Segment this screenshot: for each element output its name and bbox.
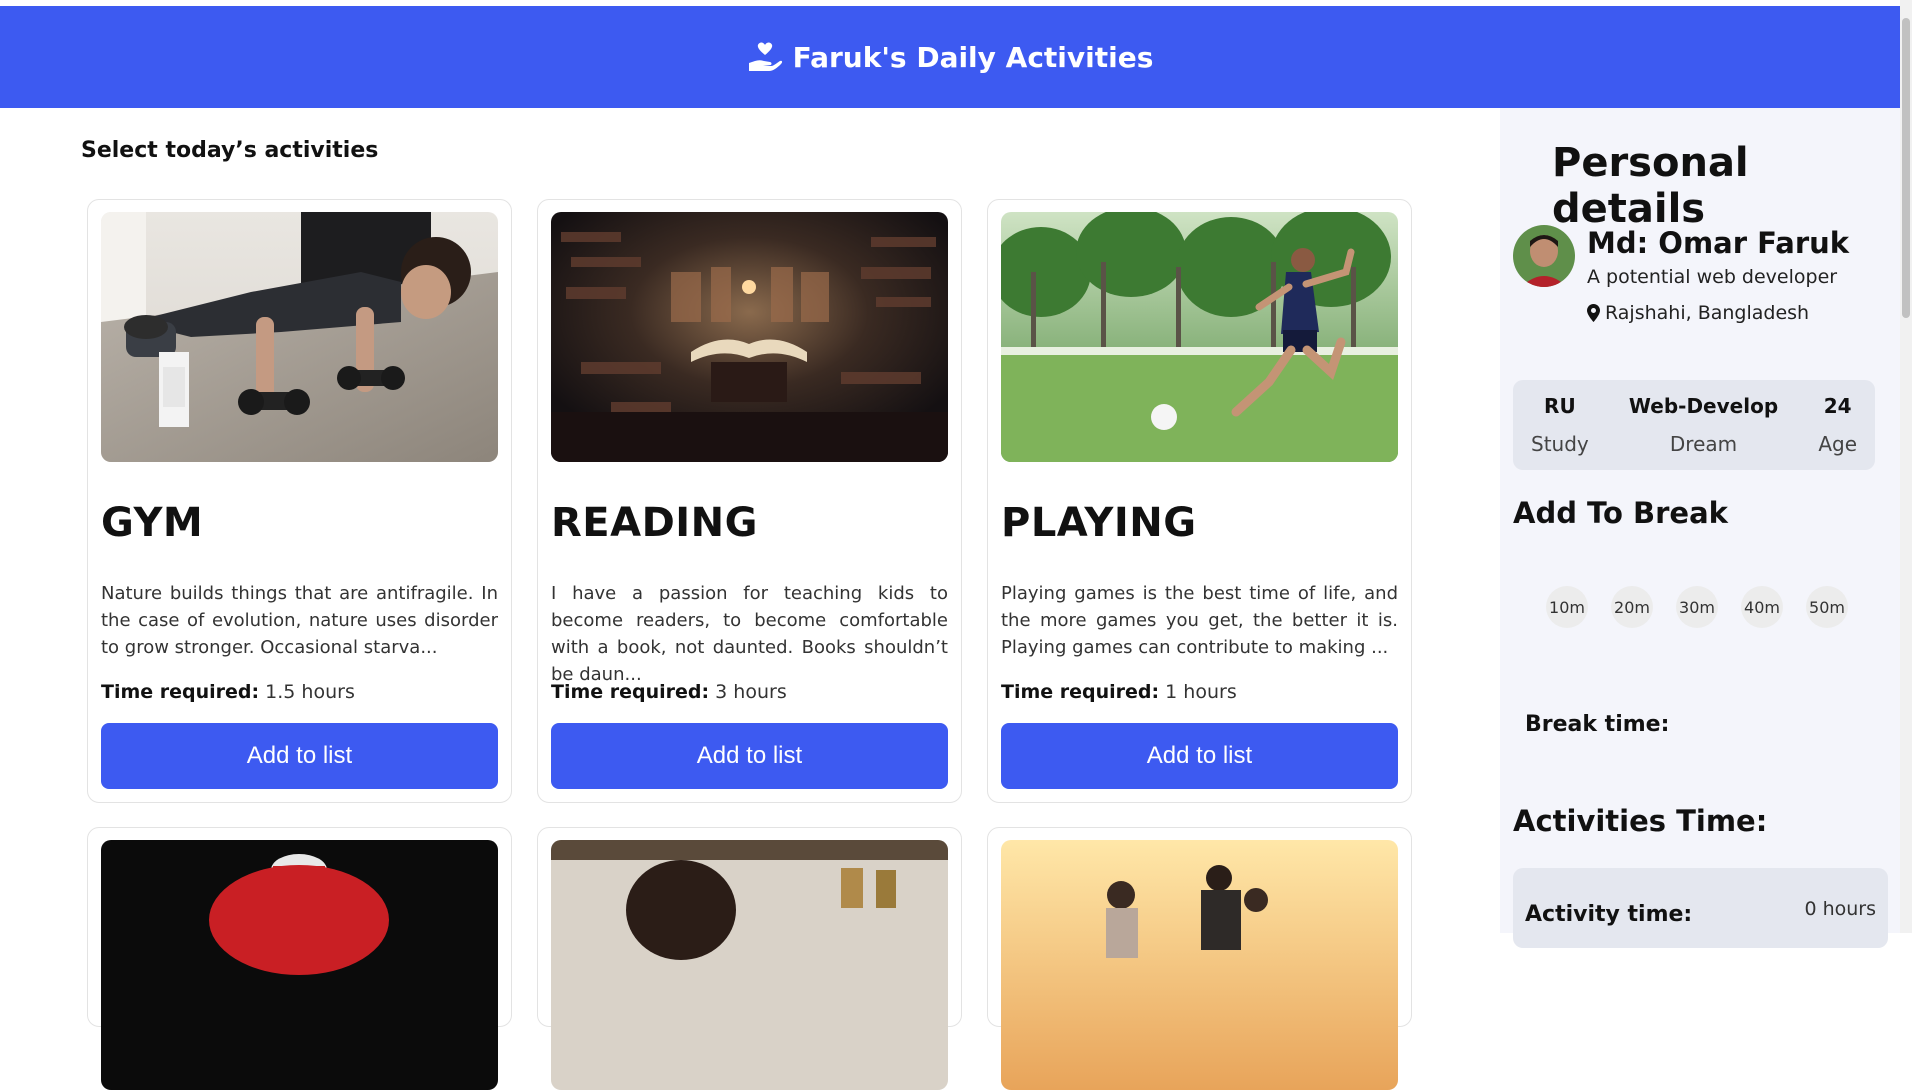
profile-stats: RU Study Web-Develop Dream 24 Age bbox=[1513, 380, 1875, 470]
personal-details-sidebar: Personal details Md: Omar Faruk A potent… bbox=[1500, 108, 1900, 948]
add-to-list-button[interactable]: Add to list bbox=[101, 723, 498, 789]
stat-value: RU bbox=[1544, 394, 1576, 418]
stat-value: 24 bbox=[1823, 394, 1852, 418]
stat-age: 24 Age bbox=[1818, 380, 1857, 470]
avatar bbox=[1513, 225, 1575, 287]
sidebar-title: Personal details bbox=[1552, 140, 1749, 232]
profile-tagline: A potential web developer bbox=[1587, 266, 1838, 288]
activities-main: Select today’s activities GYM Nature bui… bbox=[0, 108, 1500, 1090]
activity-description: Nature builds things that are antifragil… bbox=[101, 583, 498, 658]
stat-value: Web-Develop bbox=[1628, 394, 1779, 418]
scrollbar-thumb[interactable] bbox=[1902, 18, 1910, 318]
profile-name: Md: Omar Faruk bbox=[1587, 226, 1850, 260]
app-title: Faruk's Daily Activities bbox=[747, 40, 1154, 74]
activity-title: GYM bbox=[101, 500, 204, 546]
activity-card-reading: READING I have a passion for teaching ki… bbox=[537, 199, 962, 803]
activity-time: Time required: 1 hours bbox=[1001, 681, 1398, 703]
stat-dream: Web-Develop Dream bbox=[1629, 380, 1778, 470]
break-options: 10m 20m 30m 40m 50m bbox=[1546, 586, 1848, 628]
activity-card-friends bbox=[987, 827, 1412, 1090]
break-option-20m[interactable]: 20m bbox=[1611, 586, 1653, 628]
activity-description: I have a passion for teaching kids to be… bbox=[551, 583, 948, 685]
break-option-30m[interactable]: 30m bbox=[1676, 586, 1718, 628]
activity-card-playing: PLAYING Playing games is the best time o… bbox=[987, 199, 1412, 803]
break-time-label: Break time: bbox=[1525, 712, 1670, 737]
time-label: Time required: bbox=[551, 681, 710, 703]
app-header: Faruk's Daily Activities bbox=[0, 6, 1900, 108]
stat-label: Study bbox=[1531, 432, 1589, 456]
activity-time-value: 0 hours bbox=[1804, 898, 1876, 920]
activity-image-playing bbox=[1001, 212, 1398, 462]
activity-card-cooking bbox=[537, 827, 962, 1090]
time-value: 1 hours bbox=[1165, 681, 1237, 703]
app-title-text: Faruk's Daily Activities bbox=[792, 40, 1154, 74]
activity-image-reading bbox=[551, 212, 948, 462]
activity-time-box: Activity time: 0 hours bbox=[1513, 868, 1888, 948]
time-value: 3 hours bbox=[715, 681, 787, 703]
page-scrollbar[interactable] bbox=[1900, 0, 1912, 933]
activity-title: PLAYING bbox=[1001, 500, 1197, 546]
activities-time-heading: Activities Time: bbox=[1513, 804, 1768, 838]
break-option-50m[interactable]: 50m bbox=[1806, 586, 1848, 628]
activity-image-cycling bbox=[101, 840, 498, 1090]
activity-time-label: Activity time: bbox=[1525, 902, 1693, 927]
break-option-40m[interactable]: 40m bbox=[1741, 586, 1783, 628]
activity-image-gym bbox=[101, 212, 498, 462]
profile-location: Rajshahi, Bangladesh bbox=[1587, 302, 1809, 324]
activity-image-cooking bbox=[551, 840, 948, 1090]
hand-holding-heart-icon bbox=[748, 42, 782, 71]
time-label: Time required: bbox=[1001, 681, 1160, 703]
activity-time: Time required: 3 hours bbox=[551, 681, 948, 703]
activity-card-cycling bbox=[87, 827, 512, 1090]
activity-image-friends bbox=[1001, 840, 1398, 1090]
activity-card-gym: GYM Nature builds things that are antifr… bbox=[87, 199, 512, 803]
time-value: 1.5 hours bbox=[265, 681, 355, 703]
add-to-list-button[interactable]: Add to list bbox=[1001, 723, 1398, 789]
stat-label: Dream bbox=[1669, 432, 1738, 456]
break-option-10m[interactable]: 10m bbox=[1546, 586, 1588, 628]
activity-time: Time required: 1.5 hours bbox=[101, 681, 498, 703]
break-heading: Add To Break bbox=[1513, 496, 1728, 530]
location-text: Rajshahi, Bangladesh bbox=[1605, 302, 1810, 324]
location-pin-icon bbox=[1587, 304, 1600, 322]
time-label: Time required: bbox=[101, 681, 260, 703]
add-to-list-button[interactable]: Add to list bbox=[551, 723, 948, 789]
activity-description: Playing games is the best time of life, … bbox=[1001, 583, 1398, 658]
activities-heading: Select today’s activities bbox=[81, 138, 379, 163]
stat-study: RU Study bbox=[1531, 380, 1589, 470]
stat-label: Age bbox=[1818, 432, 1857, 456]
activity-title: READING bbox=[551, 500, 758, 546]
